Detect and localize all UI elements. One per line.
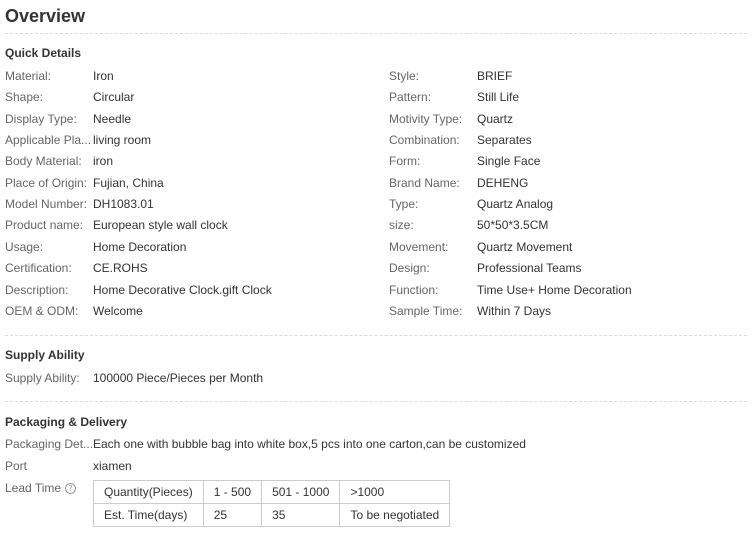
detail-value: DEHENG	[477, 176, 529, 190]
detail-label: Description:	[5, 283, 69, 297]
detail-label: Usage:	[5, 240, 44, 254]
packaging-details-value: Each one with bubble bag into white box,…	[93, 437, 526, 451]
quick-details-heading: Quick Details	[5, 46, 82, 60]
detail-label: size:	[389, 218, 414, 232]
table-cell: 35	[261, 503, 341, 527]
detail-value: Quartz	[477, 112, 514, 126]
detail-label: Applicable Pla...	[5, 133, 92, 147]
detail-value: Quartz Movement	[477, 240, 573, 254]
detail-label: Model Number:	[5, 197, 88, 211]
table-cell: Quantity(Pieces)	[93, 480, 204, 504]
detail-label: Material:	[5, 69, 52, 83]
detail-value: Still Life	[477, 90, 520, 104]
supply-ability-heading: Supply Ability	[5, 348, 85, 362]
detail-label: Motivity Type:	[389, 112, 463, 126]
detail-value: Welcome	[93, 304, 143, 318]
detail-label: Body Material:	[5, 154, 82, 168]
detail-value: Home Decoration	[93, 240, 187, 254]
port-value: xiamen	[93, 459, 132, 473]
detail-label: Sample Time:	[389, 304, 463, 318]
table-cell: >1000	[339, 480, 451, 504]
divider	[5, 33, 747, 34]
detail-value: CE.ROHS	[93, 261, 148, 275]
lead-time-label: Lead Time	[5, 481, 62, 495]
detail-value: DH1083.01	[93, 197, 154, 211]
table-cell: 501 - 1000	[261, 480, 341, 504]
detail-label: Product name:	[5, 218, 84, 232]
detail-value: European style wall clock	[93, 218, 228, 232]
detail-value: Within 7 Days	[477, 304, 552, 318]
packaging-details-label: Packaging Det...	[5, 437, 93, 451]
detail-value: living room	[93, 133, 152, 147]
divider	[5, 401, 747, 402]
detail-value: Iron	[93, 69, 114, 83]
question-circle-icon[interactable]: ?	[65, 483, 76, 494]
detail-label: Pattern:	[389, 90, 432, 104]
detail-label: Design:	[389, 261, 430, 275]
supply-ability-label: Supply Ability:	[5, 371, 80, 385]
detail-label: Style:	[389, 69, 420, 83]
detail-value: Quartz Analog	[477, 197, 554, 211]
detail-value: BRIEF	[477, 69, 513, 83]
detail-value: Circular	[93, 90, 135, 104]
detail-label: Type:	[389, 197, 419, 211]
detail-label: Brand Name:	[389, 176, 460, 190]
page-title: Overview	[5, 6, 86, 26]
detail-label: Certification:	[5, 261, 72, 275]
detail-label: OEM & ODM:	[5, 304, 79, 318]
detail-label: Combination:	[389, 133, 460, 147]
detail-value: Time Use+ Home Decoration	[477, 283, 632, 297]
port-label: Port	[5, 459, 28, 473]
packaging-delivery-heading: Packaging & Delivery	[5, 415, 128, 429]
table-cell: To be negotiated	[339, 503, 451, 527]
divider	[5, 335, 747, 336]
table-cell: 1 - 500	[202, 480, 263, 504]
detail-label: Movement:	[389, 240, 449, 254]
table-cell: 25	[202, 503, 263, 527]
detail-value: Separates	[477, 133, 532, 147]
supply-ability-value: 100000 Piece/Pieces per Month	[93, 371, 264, 385]
detail-value: Professional Teams	[477, 261, 582, 275]
detail-value: Single Face	[477, 154, 541, 168]
detail-value: Fujian, China	[93, 176, 164, 190]
detail-label: Display Type:	[5, 112, 77, 126]
detail-value: Home Decorative Clock.gift Clock	[93, 283, 272, 297]
detail-label: Form:	[389, 154, 421, 168]
table-row: Est. Time(days) 25 35 To be negotiated	[93, 503, 451, 527]
table-cell: Est. Time(days)	[93, 503, 204, 527]
detail-label: Shape:	[5, 90, 44, 104]
detail-value: Needle	[93, 112, 132, 126]
lead-time-table: Quantity(Pieces) 1 - 500 501 - 1000 >100…	[93, 480, 451, 527]
detail-value: 50*50*3.5CM	[477, 218, 549, 232]
detail-label: Function:	[389, 283, 439, 297]
detail-label: Place of Origin:	[5, 176, 88, 190]
detail-value: iron	[93, 154, 114, 168]
table-row: Quantity(Pieces) 1 - 500 501 - 1000 >100…	[93, 480, 451, 504]
